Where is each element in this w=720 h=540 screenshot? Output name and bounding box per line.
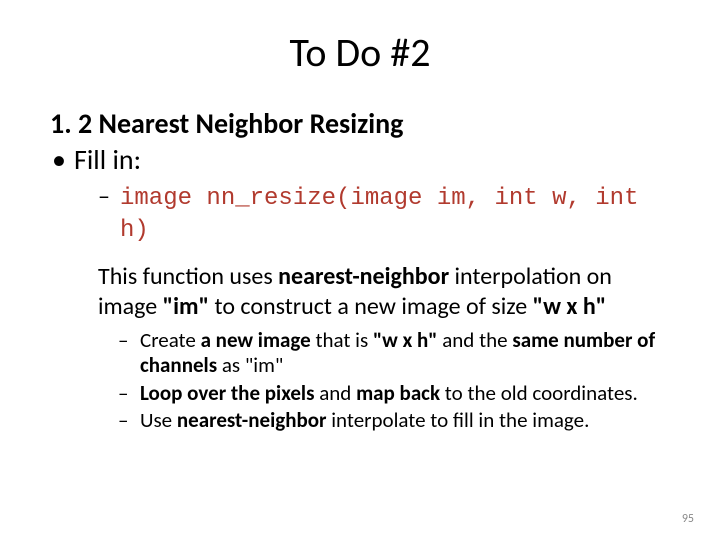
txt-bold: "w x h" [373,327,442,353]
txt: and the [442,327,512,353]
txt: as "im" [222,352,283,378]
txt: that is [315,327,373,353]
txt: Use [140,407,177,433]
txt-bold: map back [356,380,445,406]
slide: To Do #2 1. 2 Nearest Neighbor Resizing … [0,0,720,540]
desc-bold: "im" [163,292,209,321]
txt-bold: nearest-neighbor [177,407,331,433]
function-description: This function uses nearest-neighbor inte… [50,262,670,322]
desc-bold: "w x h" [533,292,607,321]
txt: Create [140,327,201,353]
bullet-fill-in: Fill in: [50,143,670,177]
desc-part: This function uses [98,262,278,291]
step-create-image: Create a new image that is "w x h" and t… [50,328,670,378]
txt-bold: a new image [201,327,316,353]
slide-title: To Do #2 [50,28,670,77]
desc-part: to construct a new image of size [209,292,532,321]
section-heading: 1. 2 Nearest Neighbor Resizing [50,107,670,141]
txt: to the old coordinates. [445,380,638,406]
bullet-code-signature: image nn_resize(image im, int w, int h) [50,182,670,246]
txt: and [319,380,356,406]
step-loop-pixels: Loop over the pixels and map back to the… [50,381,670,406]
txt: interpolate to fill in the image. [331,407,589,433]
desc-bold: nearest-neighbor [278,262,449,291]
page-number: 95 [682,512,694,526]
step-interpolate: Use nearest-neighbor interpolate to fill… [50,408,670,433]
txt-bold: Loop over the pixels [140,380,319,406]
code-signature: image nn_resize(image im, int w, int h) [120,185,638,244]
